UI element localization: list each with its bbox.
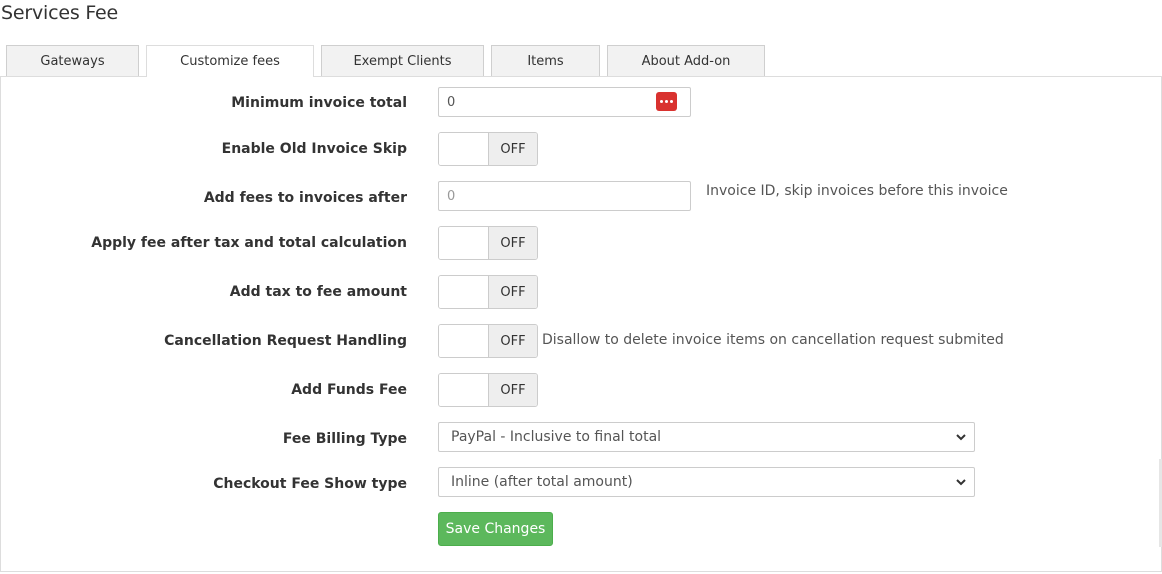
password-manager-icon[interactable] — [656, 92, 677, 111]
cancellation-label: Cancellation Request Handling — [164, 333, 407, 349]
tax-to-fee-toggle[interactable]: OFF — [438, 275, 538, 309]
tab-gateways[interactable]: Gateways — [6, 45, 139, 76]
chevron-down-icon — [956, 479, 966, 486]
min-invoice-total-label: Minimum invoice total — [231, 95, 407, 111]
toggle-knob — [439, 374, 489, 406]
fees-after-label: Add fees to invoices after — [203, 190, 407, 206]
checkout-show-select[interactable]: Inline (after total amount) — [438, 467, 975, 497]
billing-type-select[interactable]: PayPal - Inclusive to final total — [438, 422, 975, 452]
toggle-knob — [439, 276, 489, 308]
toggle-state: OFF — [489, 325, 537, 357]
tab-about-addon[interactable]: About Add-on — [607, 45, 765, 76]
billing-type-label: Fee Billing Type — [282, 431, 407, 447]
fee-after-tax-label: Apply fee after tax and total calculatio… — [91, 235, 407, 251]
checkout-show-value: Inline (after total amount) — [451, 474, 633, 490]
toggle-knob — [439, 133, 489, 165]
toggle-state: OFF — [489, 374, 537, 406]
toggle-state: OFF — [489, 133, 537, 165]
tab-exempt-clients[interactable]: Exempt Clients — [321, 45, 484, 76]
old-invoice-skip-label: Enable Old Invoice Skip — [221, 141, 407, 157]
min-invoice-total-input[interactable] — [438, 87, 691, 117]
tab-customize-fees[interactable]: Customize fees — [146, 45, 314, 77]
toggle-knob — [439, 325, 489, 357]
toggle-state: OFF — [489, 276, 537, 308]
save-changes-button[interactable]: Save Changes — [438, 512, 553, 546]
fees-after-help: Invoice ID, skip invoices before this in… — [706, 183, 1008, 199]
tax-to-fee-label: Add tax to fee amount — [229, 284, 407, 300]
page-title: Services Fee — [1, 2, 119, 24]
fees-after-input[interactable] — [438, 181, 691, 211]
funds-fee-label: Add Funds Fee — [291, 382, 407, 398]
tab-items[interactable]: Items — [491, 45, 600, 76]
funds-fee-toggle[interactable]: OFF — [438, 373, 538, 407]
cancellation-help: Disallow to delete invoice items on canc… — [542, 332, 1004, 348]
tab-bar: Gateways Customize fees Exempt Clients I… — [0, 45, 1162, 77]
billing-type-value: PayPal - Inclusive to final total — [451, 429, 662, 445]
old-invoice-skip-toggle[interactable]: OFF — [438, 132, 538, 166]
settings-panel — [0, 76, 1162, 572]
toggle-state: OFF — [489, 227, 537, 259]
cancellation-toggle[interactable]: OFF — [438, 324, 538, 358]
chevron-down-icon — [956, 434, 966, 441]
checkout-show-label: Checkout Fee Show type — [213, 476, 407, 492]
toggle-knob — [439, 227, 489, 259]
fee-after-tax-toggle[interactable]: OFF — [438, 226, 538, 260]
